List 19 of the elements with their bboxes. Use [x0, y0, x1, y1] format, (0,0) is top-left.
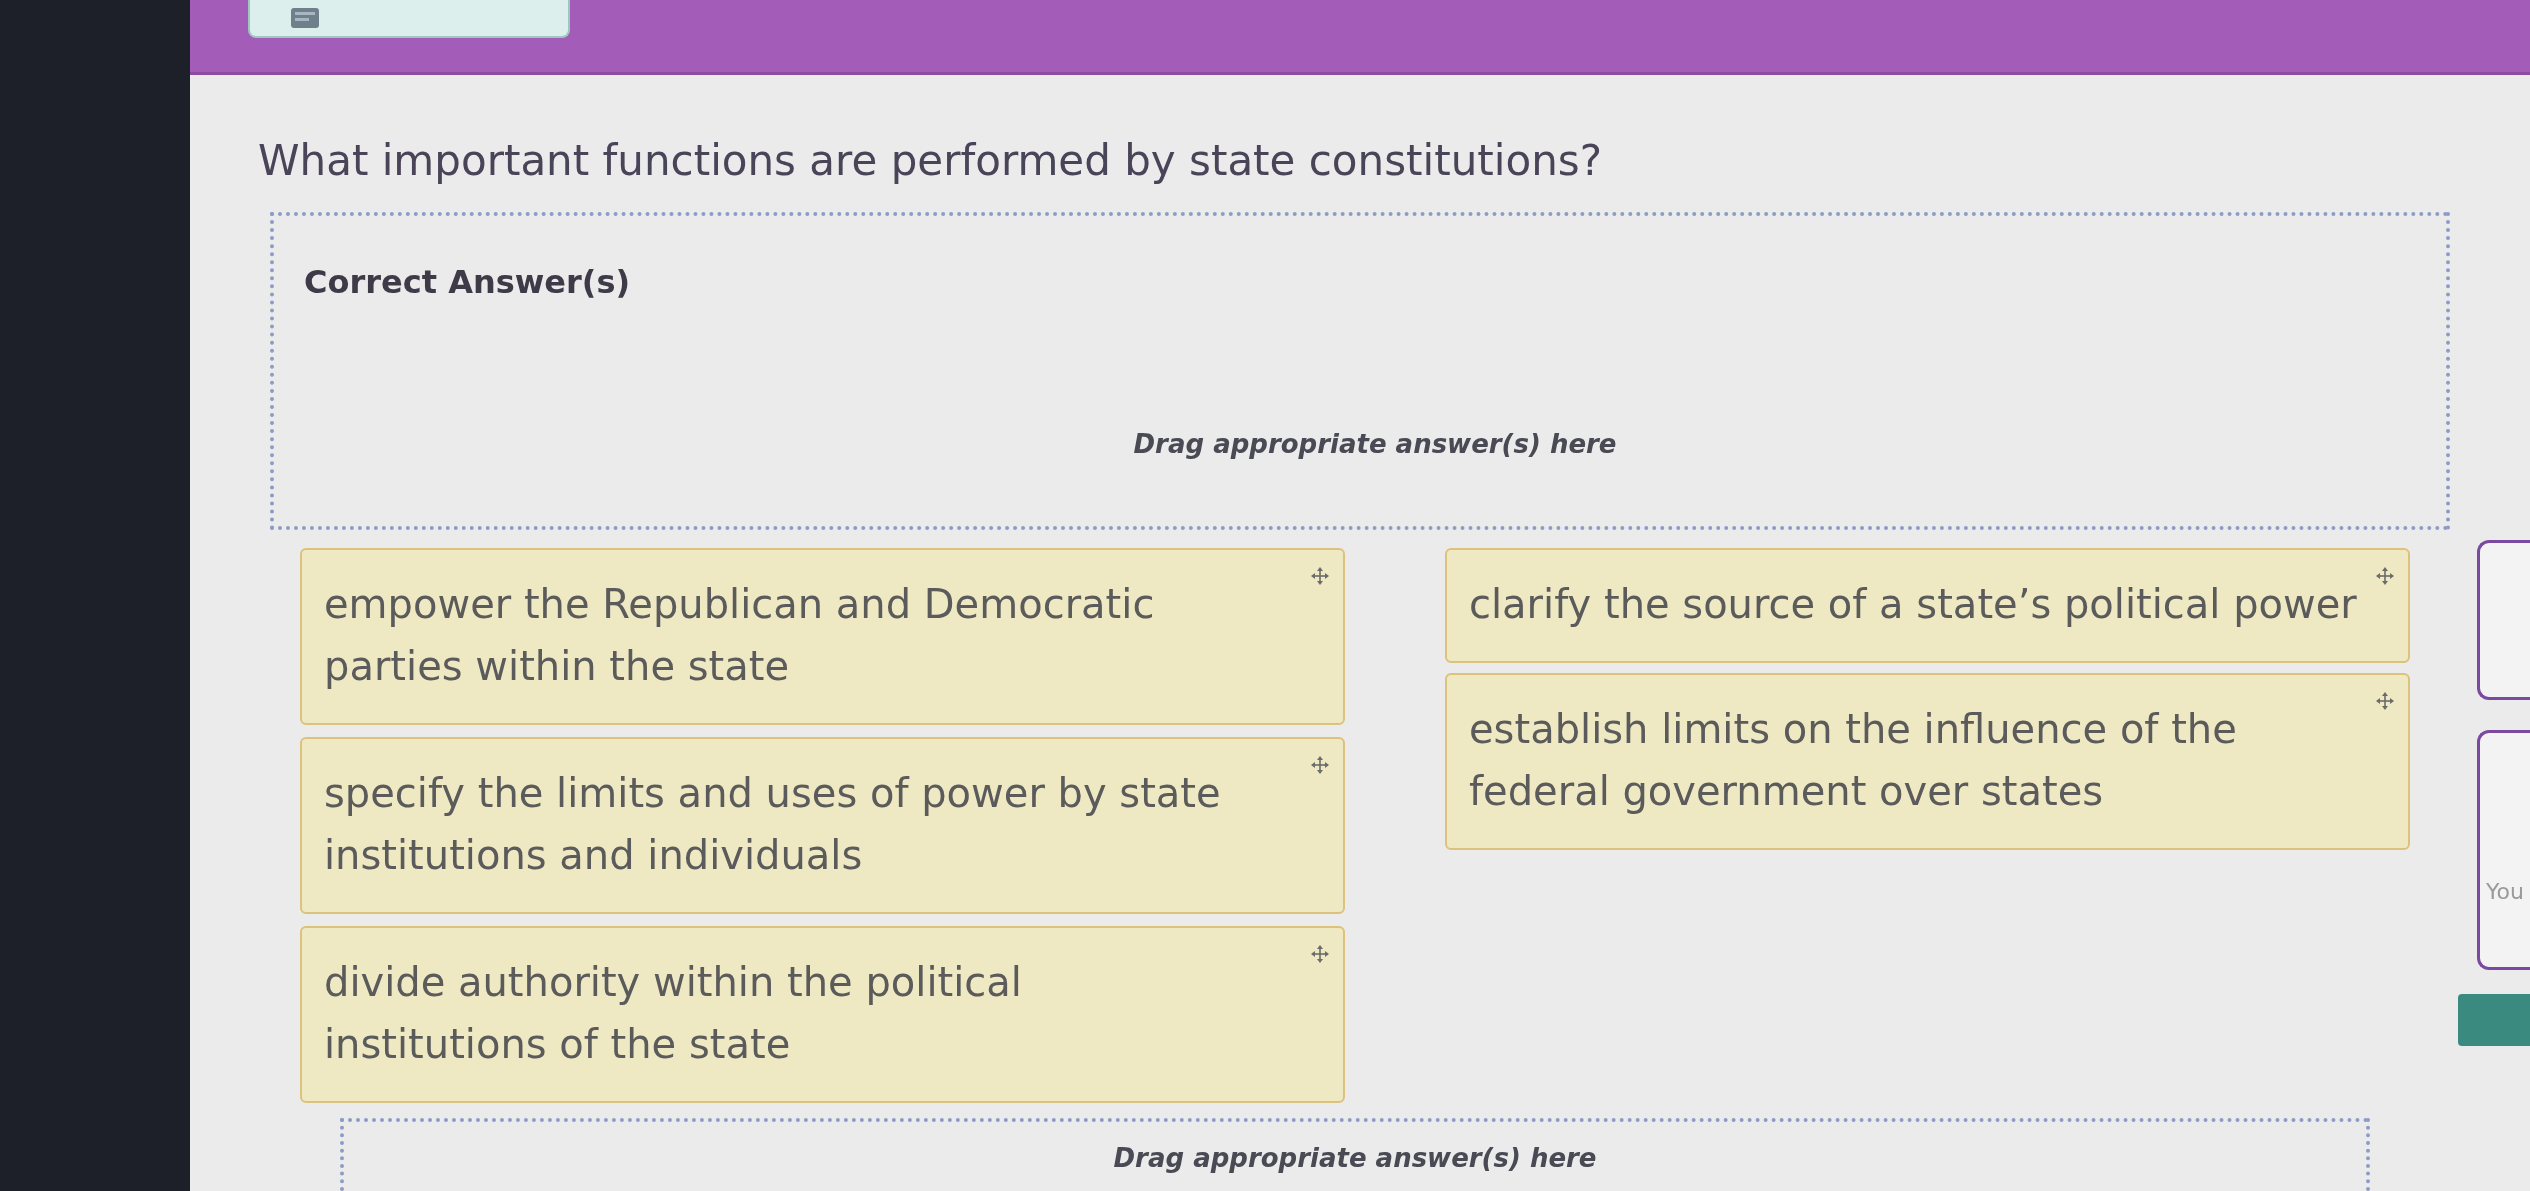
- answer-option[interactable]: specify the limits and uses of power by state institutions and individuals: [300, 737, 1345, 914]
- question-text: What important functions are performed by state constitutions?: [258, 135, 1603, 187]
- drop-hint: Drag appropriate answer(s) here: [1133, 428, 1617, 460]
- answer-option[interactable]: establish limits on the influence of the federal government over states: [1445, 673, 2410, 850]
- document-icon: [290, 7, 320, 29]
- move-icon: [1311, 945, 1329, 963]
- drop-zone[interactable]: Correct Answer(s) Drag appropriate answer(s) here: [270, 212, 2450, 530]
- page-button[interactable]: [248, 0, 570, 38]
- zone-title: Correct Answer(s): [304, 262, 631, 302]
- move-icon: [2376, 692, 2394, 710]
- drop-zone[interactable]: Drag appropriate answer(s) here: [340, 1118, 2370, 1191]
- panel-text: You: [2486, 878, 2525, 906]
- move-icon: [1311, 567, 1329, 585]
- move-icon: [1311, 756, 1329, 774]
- answer-option[interactable]: clarify the source of a state’s political power: [1445, 548, 2410, 663]
- drop-hint: Drag appropriate answer(s) here: [1113, 1142, 1597, 1174]
- answer-option[interactable]: empower the Republican and Democratic parties within the state: [300, 548, 1345, 725]
- move-icon: [2376, 567, 2394, 585]
- answer-option[interactable]: divide authority within the political institutions of the state: [300, 926, 1345, 1103]
